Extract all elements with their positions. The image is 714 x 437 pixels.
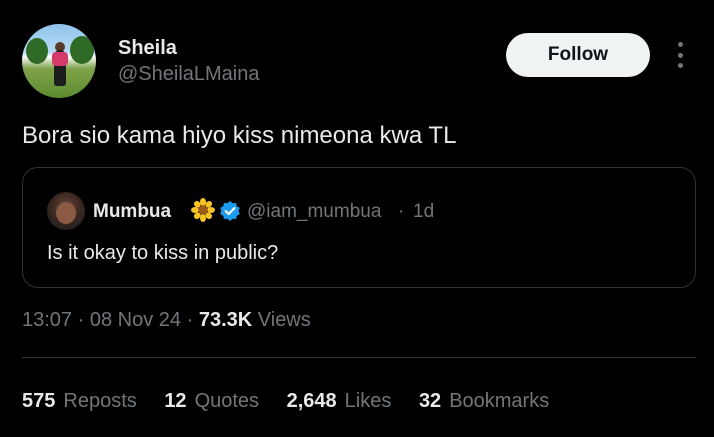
stat-count: 12 — [164, 390, 187, 412]
quoted-author-avatar[interactable] — [47, 192, 85, 230]
views-count: 73.3K — [198, 309, 253, 331]
avatar-tree-left — [26, 38, 48, 64]
tweet-time[interactable]: 13:07 — [22, 309, 72, 331]
separator-dot: · — [186, 309, 194, 331]
author-name[interactable]: Sheila — [118, 37, 177, 60]
stat-label: Likes — [344, 390, 392, 412]
stat-count: 575 — [22, 390, 56, 412]
quoted-timestamp[interactable]: 1d — [413, 201, 434, 223]
author-avatar[interactable] — [22, 24, 96, 98]
author-handle[interactable]: @SheilaLMaina — [118, 63, 260, 86]
engagement-stats: 575 Reposts 12 Quotes 2,648 Likes 32 Bookmar… — [22, 390, 571, 413]
quoted-author-name[interactable]: Mumbua — [93, 201, 171, 223]
stat-count: 32 — [418, 390, 442, 412]
more-dot — [677, 52, 683, 58]
divider — [22, 357, 696, 358]
stat-reposts[interactable]: 575 Reposts — [22, 390, 137, 413]
avatar-tree-right — [70, 36, 94, 64]
sunflower-emoji-icon — [191, 198, 215, 222]
quoted-tweet[interactable]: Mumbua @iam_mumbua · 1d Is it okay to ki… — [22, 167, 696, 288]
stat-count: 2,648 — [286, 390, 337, 412]
more-dot — [677, 63, 683, 68]
stat-quotes[interactable]: 12 Quotes — [164, 390, 259, 413]
avatar-person-top — [52, 52, 68, 66]
verified-badge-icon — [220, 201, 240, 221]
stat-label: Reposts — [63, 390, 137, 412]
quoted-author-handle[interactable]: @iam_mumbua — [247, 201, 381, 223]
follow-button[interactable]: Follow — [506, 33, 650, 77]
stat-likes[interactable]: 2,648 Likes — [287, 390, 392, 413]
views-label: Views — [257, 309, 311, 331]
stat-label: Bookmarks — [449, 390, 550, 412]
tweet-date[interactable]: 08 Nov 24 — [90, 309, 181, 331]
quoted-tweet-text: Is it okay to kiss in public? — [47, 242, 279, 264]
stat-bookmarks[interactable]: 32 Bookmarks — [419, 390, 549, 413]
stat-label: Quotes — [194, 390, 260, 412]
more-dot — [677, 42, 683, 47]
separator-dot: · — [398, 201, 405, 222]
separator-dot: · — [77, 309, 85, 331]
tweet-text: Bora sio kama hiyo kiss nimeona kwa TL — [22, 122, 457, 149]
more-options-icon[interactable] — [670, 38, 690, 72]
tweet-metadata: 13:07 · 08 Nov 24 · 73.3K Views — [22, 309, 311, 332]
